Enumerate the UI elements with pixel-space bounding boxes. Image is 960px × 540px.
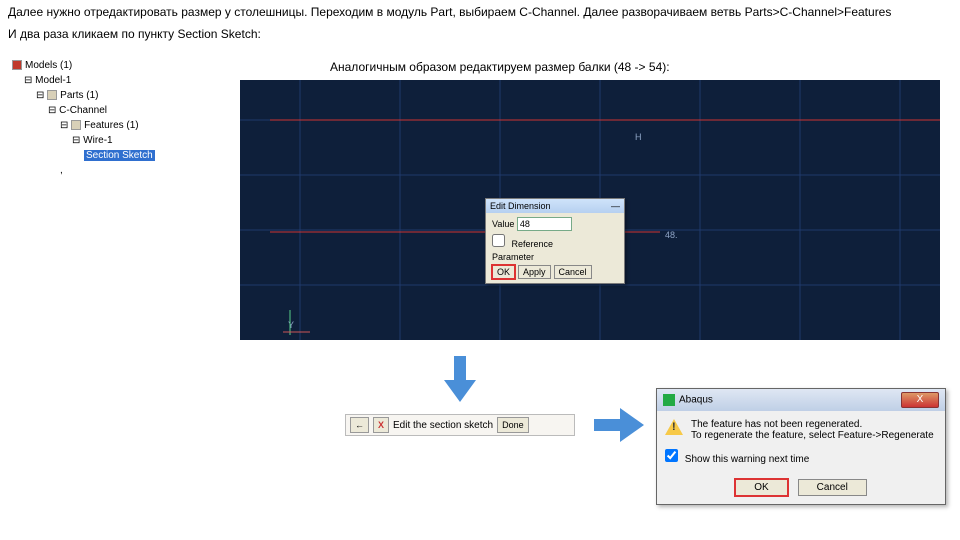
dialog-titlebar[interactable]: Edit Dimension —	[486, 199, 624, 213]
dialog-title: Edit Dimension	[490, 201, 551, 211]
apply-button[interactable]: Apply	[518, 265, 551, 279]
prompt-bar: ← X Edit the section sketch Done	[345, 414, 575, 436]
parts-icon	[47, 90, 57, 100]
reference-checkbox[interactable]	[492, 234, 505, 247]
tree-model1[interactable]: ⊟ Model-1	[12, 73, 192, 88]
tree-label: Features (1)	[84, 120, 138, 131]
tree-wire[interactable]: ⊟ Wire-1	[12, 133, 192, 148]
caption-text: Аналогичным образом редактируем размер б…	[330, 60, 670, 74]
models-icon	[12, 60, 22, 70]
warning-cancel-button[interactable]: Cancel	[798, 479, 867, 496]
tree-label: Wire-1	[83, 135, 112, 146]
reference-label: Reference	[512, 239, 554, 249]
tree-label: Model-1	[35, 75, 71, 86]
tree-label: Parts (1)	[60, 90, 98, 101]
warning-icon	[665, 419, 683, 435]
cancel-button[interactable]: Cancel	[554, 265, 592, 279]
reference-row: Reference	[492, 234, 618, 249]
prompt-text: Edit the section sketch	[393, 420, 493, 431]
parameter-row: Parameter	[492, 252, 618, 262]
y-mark: Y	[288, 320, 294, 330]
abaqus-icon	[663, 394, 675, 406]
cancel-x-button[interactable]: X	[373, 417, 389, 433]
tree-more: ,	[12, 163, 192, 178]
dim-label: 48.	[665, 230, 678, 240]
edit-dimension-dialog: Edit Dimension — Value Reference Paramet…	[485, 198, 625, 284]
warning-checkbox-row: Show this warning next time	[665, 449, 937, 465]
tree-features[interactable]: ⊟ Features (1)	[12, 118, 192, 133]
back-button[interactable]: ←	[350, 417, 369, 433]
warning-message: The feature has not been regenerated. To…	[691, 419, 934, 441]
warning-dialog: Abaqus X The feature has not been regene…	[656, 388, 946, 505]
warning-line1: The feature has not been regenerated.	[691, 419, 934, 430]
dialog-title-x[interactable]: —	[611, 201, 620, 211]
arrow-right-icon	[594, 406, 644, 447]
value-row: Value	[492, 217, 618, 231]
model-tree[interactable]: Models (1) ⊟ Model-1 ⊟ Parts (1) ⊟ C-Cha…	[12, 58, 192, 178]
value-label: Value	[492, 219, 514, 229]
warning-titlebar[interactable]: Abaqus X	[657, 389, 945, 411]
instruction-line-1: Далее нужно отредактировать размер у сто…	[0, 0, 960, 22]
value-input[interactable]	[517, 217, 572, 231]
warning-title: Abaqus	[679, 395, 713, 406]
tree-parts[interactable]: ⊟ Parts (1)	[12, 88, 192, 103]
features-icon	[71, 120, 81, 130]
done-button[interactable]: Done	[497, 417, 529, 433]
tree-label-selected: Section Sketch	[84, 150, 155, 161]
warning-line2: To regenerate the feature, select Featur…	[691, 430, 934, 441]
ok-button[interactable]: OK	[492, 265, 515, 279]
show-warning-checkbox[interactable]	[665, 449, 678, 462]
warning-ok-button[interactable]: OK	[735, 479, 787, 496]
instruction-line-2: И два раза кликаем по пункту Section Ske…	[0, 22, 960, 44]
close-button[interactable]: X	[901, 392, 939, 408]
tree-models[interactable]: Models (1)	[12, 58, 192, 73]
tree-section-sketch[interactable]: Section Sketch	[12, 148, 192, 163]
show-warning-label: Show this warning next time	[685, 454, 810, 465]
tree-cchannel[interactable]: ⊟ C-Channel	[12, 103, 192, 118]
h-mark: H	[635, 132, 642, 142]
arrow-down-icon	[440, 356, 480, 405]
tree-label: Models (1)	[25, 60, 72, 71]
tree-label: C-Channel	[59, 105, 107, 116]
parameter-label: Parameter	[492, 252, 534, 262]
